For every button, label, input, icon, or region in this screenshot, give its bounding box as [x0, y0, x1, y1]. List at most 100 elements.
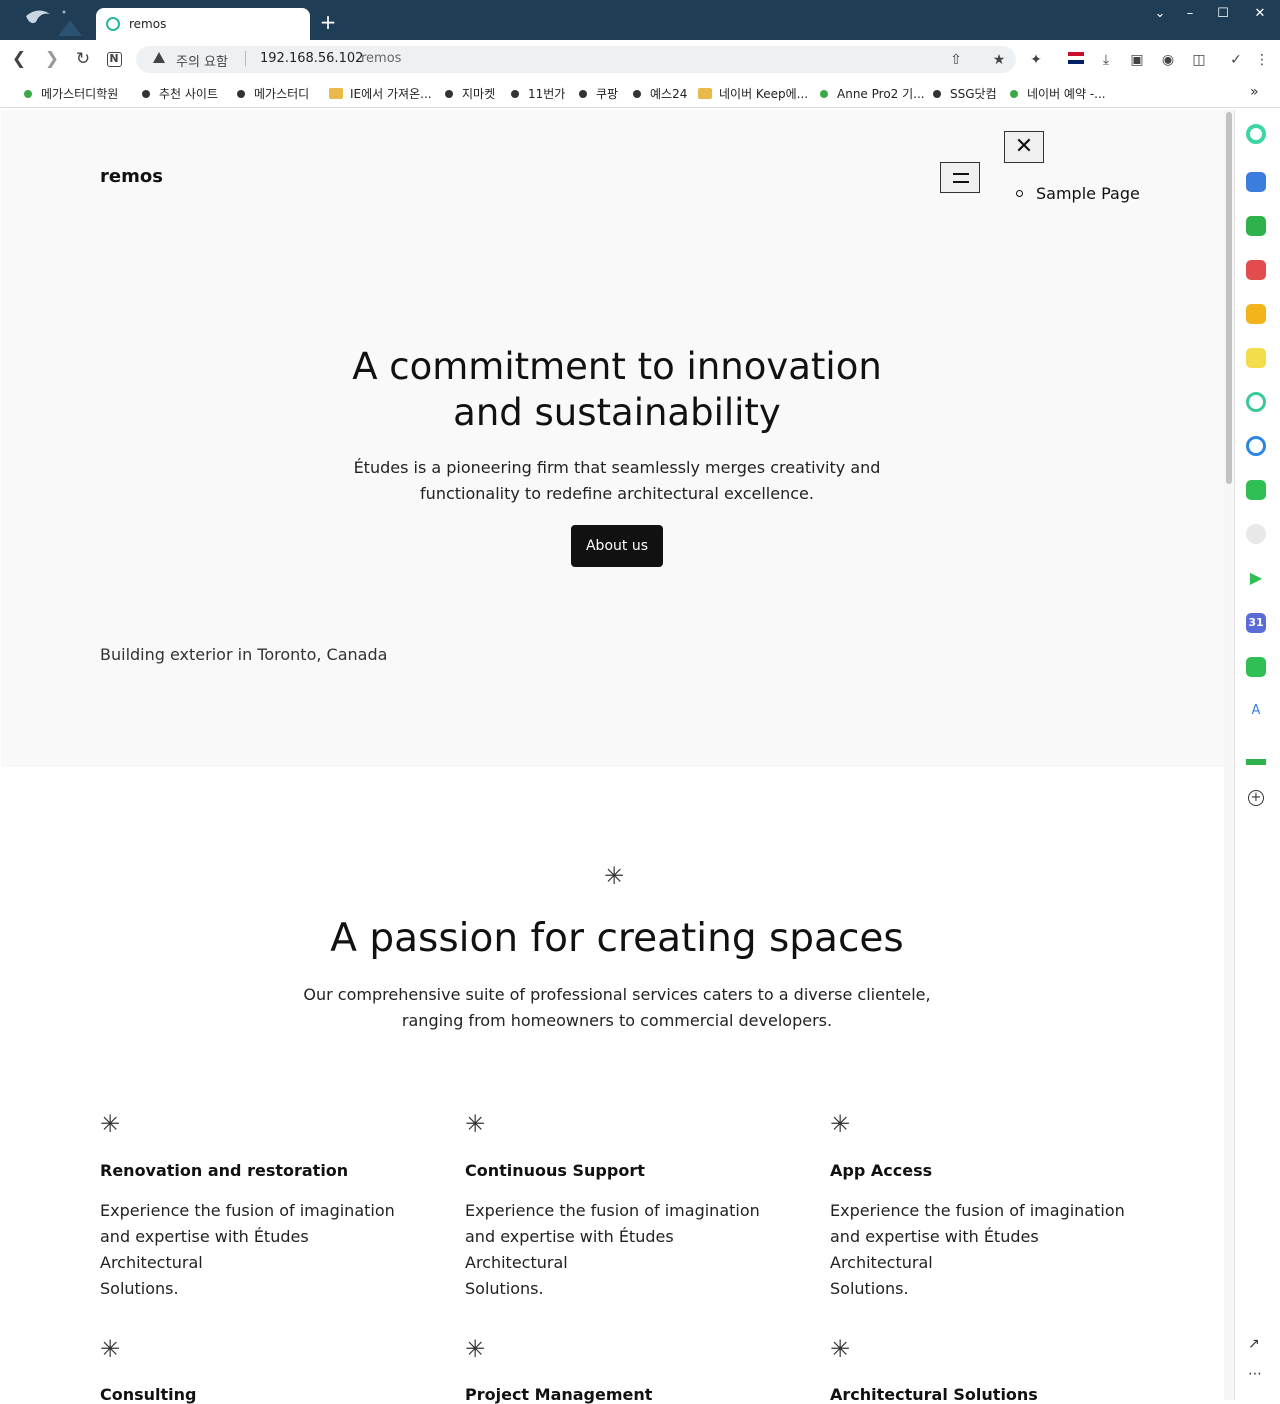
sidebar-naver-icon[interactable]	[1246, 216, 1266, 236]
sidebar-briefcase-icon[interactable]	[1246, 172, 1266, 192]
bookmark-item[interactable]: 메가스터디	[237, 85, 309, 102]
hero-paragraph: Études is a pioneering firm that seamles…	[353, 458, 881, 503]
flag-icon[interactable]	[1067, 51, 1085, 69]
service-title: Renovation and restoration	[100, 1161, 349, 1180]
bookmark-item[interactable]: Anne Pro2 기...	[820, 85, 925, 102]
service-description: Experience the fusion of imagination and…	[465, 1201, 760, 1298]
site-title[interactable]: remos	[100, 166, 163, 187]
sidebar-pocket-icon[interactable]	[1246, 260, 1266, 280]
about-us-button[interactable]: About us	[571, 525, 663, 567]
service-description: Experience the fusion of imagination and…	[830, 1201, 1125, 1298]
service-title: Continuous Support	[465, 1161, 645, 1180]
url-separator	[245, 51, 246, 66]
maximize-icon[interactable]: ☐	[1213, 6, 1233, 21]
sidebar-avatar-icon[interactable]	[1246, 524, 1266, 544]
bookmark-item[interactable]: SSG닷컴	[933, 85, 997, 102]
folder-icon	[698, 88, 712, 99]
bookmark-item[interactable]: 예스24	[633, 85, 687, 102]
services-intro: Our comprehensive suite of professional …	[303, 985, 931, 1030]
side-panel-icon[interactable]: ◫	[1190, 51, 1208, 69]
site-icon	[633, 89, 641, 98]
bookmark-folder[interactable]: IE에서 가져온...	[329, 85, 432, 102]
list-bullet	[1016, 190, 1023, 197]
service-title: Consulting	[100, 1385, 197, 1404]
site-icon	[820, 89, 828, 98]
bookmark-item[interactable]: 11번가	[511, 85, 565, 102]
open-external-icon[interactable]: ↗	[1248, 1336, 1260, 1352]
folder-icon	[329, 88, 343, 99]
hamburger-icon	[953, 181, 969, 183]
bookmark-item[interactable]: 네이버 예약 -...	[1010, 85, 1106, 102]
asterisk-icon: ✳	[830, 1110, 851, 1138]
forward-icon[interactable]: ❯	[41, 48, 63, 70]
bookmark-item[interactable]: 쿠팡	[579, 85, 618, 102]
bookmark-folder[interactable]: 네이버 Keep에...	[698, 85, 808, 102]
share-icon[interactable]: ⇧	[947, 51, 965, 69]
sidebar-notes-icon[interactable]	[1246, 348, 1266, 368]
sidebar-edge-icon[interactable]	[1246, 436, 1266, 456]
reload-icon[interactable]: ↻	[72, 48, 94, 70]
scrollbar-thumb[interactable]	[1226, 112, 1232, 484]
hero-image: Building exterior in Toronto, Canada	[100, 645, 387, 664]
back-icon[interactable]: ❮	[8, 48, 30, 70]
bookmark-item[interactable]: 추천 사이트	[142, 85, 218, 102]
asterisk-icon: ✳	[100, 1335, 121, 1363]
sidebar-circle-icon[interactable]	[1246, 124, 1266, 144]
download-icon[interactable]: ⤓	[1097, 51, 1115, 69]
sidebar-chart-icon[interactable]	[1246, 745, 1266, 765]
globe-icon	[106, 17, 120, 31]
sidebar-translate-icon[interactable]: A	[1246, 701, 1266, 721]
sidebar-star-icon[interactable]	[1246, 304, 1266, 324]
menu-close-button[interactable]: ✕	[1004, 131, 1044, 163]
site-icon	[237, 89, 245, 98]
sidebar-webtoon-icon[interactable]	[1246, 480, 1266, 500]
bookmark-star-icon[interactable]: ★	[990, 51, 1008, 69]
url-path[interactable]: remos	[361, 51, 401, 66]
extensions-puzzle-icon[interactable]: ✦	[1027, 51, 1045, 69]
hamburger-icon	[953, 173, 969, 175]
security-warning-label[interactable]: 주의 요함	[176, 51, 228, 70]
warning-icon[interactable]	[153, 52, 165, 63]
site-icon	[933, 89, 941, 98]
site-icon	[579, 89, 587, 98]
bookmark-item[interactable]: 메가스터디학원	[24, 85, 118, 102]
bookmarks-overflow-button[interactable]: »	[1250, 84, 1259, 100]
hero-heading: A commitment to innovation and sustainab…	[352, 345, 882, 434]
minimize-icon[interactable]: –	[1180, 6, 1200, 21]
sidebar-more-icon[interactable]: ⋯	[1248, 1366, 1262, 1382]
browser-tab-active[interactable]: remos	[96, 8, 310, 40]
nav-item-sample-page[interactable]: Sample Page	[1016, 184, 1140, 203]
service-title: Architectural Solutions	[830, 1385, 1038, 1404]
tab-title: remos	[129, 17, 167, 31]
asterisk-icon: ✳	[465, 1335, 486, 1363]
bookmark-item[interactable]: 지마켓	[445, 85, 495, 102]
asterisk-icon: ✳	[100, 1110, 121, 1138]
sidebar-add-icon[interactable]: +	[1248, 790, 1264, 806]
more-menu-icon[interactable]: ⋮	[1253, 51, 1271, 69]
site-icon	[142, 89, 150, 98]
site-icon	[24, 89, 32, 98]
screenshot-icon[interactable]: ◉	[1159, 51, 1177, 69]
sidebar-play-triangle-icon[interactable]: ▶	[1246, 568, 1266, 588]
close-window-icon[interactable]: ✕	[1250, 6, 1270, 21]
url-host[interactable]: 192.168.56.102	[260, 51, 363, 66]
naver-n-icon[interactable]: N	[103, 48, 125, 70]
nav-item-label[interactable]: Sample Page	[1036, 184, 1140, 203]
site-icon	[511, 89, 519, 98]
image-alt-text: Building exterior in Toronto, Canada	[100, 645, 388, 664]
sidebar-sheet-icon[interactable]	[1246, 657, 1266, 677]
service-description: Experience the fusion of imagination and…	[100, 1201, 395, 1298]
site-icon	[445, 89, 453, 98]
sidebar-calendar-icon[interactable]: 31	[1246, 613, 1266, 633]
new-tab-button[interactable]: +	[318, 12, 338, 32]
video-icon[interactable]: ▣	[1128, 51, 1146, 69]
asterisk-icon: ✳	[830, 1335, 851, 1363]
profile-icon[interactable]: ✓	[1227, 51, 1245, 69]
chevron-down-icon[interactable]: ⌄	[1150, 6, 1170, 21]
browser-theme-decoration	[26, 10, 82, 36]
hero-section	[1, 110, 1224, 767]
asterisk-icon: ✳	[465, 1110, 486, 1138]
menu-open-button[interactable]	[940, 162, 980, 193]
service-title: App Access	[830, 1161, 933, 1180]
sidebar-play-icon[interactable]	[1246, 392, 1266, 412]
